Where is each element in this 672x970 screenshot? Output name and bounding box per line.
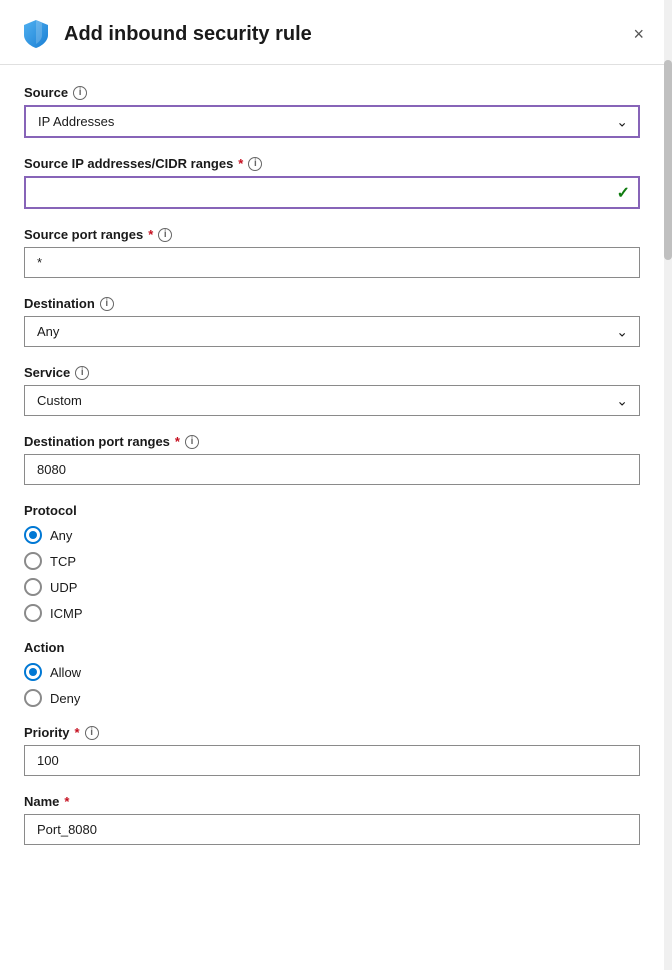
action-allow-option[interactable]: Allow (24, 663, 640, 681)
name-required: * (64, 794, 69, 809)
panel-header: Add inbound security rule × (0, 0, 672, 65)
source-ip-required: * (238, 156, 243, 171)
source-port-label-text: Source port ranges (24, 227, 143, 242)
destination-label-text: Destination (24, 296, 95, 311)
dest-port-group: Destination port ranges * i (24, 434, 640, 485)
protocol-tcp-label: TCP (50, 554, 76, 569)
source-info-icon[interactable]: i (73, 86, 87, 100)
protocol-udp-radio[interactable] (24, 578, 42, 596)
dest-port-label: Destination port ranges * i (24, 434, 640, 449)
source-ip-label-text: Source IP addresses/CIDR ranges (24, 156, 233, 171)
dest-port-required: * (175, 434, 180, 449)
dest-port-info-icon[interactable]: i (185, 435, 199, 449)
protocol-label: Protocol (24, 503, 640, 518)
priority-info-icon[interactable]: i (85, 726, 99, 740)
source-label: Source i (24, 85, 640, 100)
name-label-text: Name (24, 794, 59, 809)
service-label: Service i (24, 365, 640, 380)
service-info-icon[interactable]: i (75, 366, 89, 380)
protocol-radio-group: Any TCP UDP ICMP (24, 526, 640, 622)
source-group: Source i IP Addresses Any Service Tag Ap… (24, 85, 640, 138)
protocol-tcp-radio[interactable] (24, 552, 42, 570)
source-ip-check-icon: ✓ (617, 183, 630, 203)
priority-group: Priority * i (24, 725, 640, 776)
priority-required: * (75, 725, 80, 740)
source-port-label: Source port ranges * i (24, 227, 640, 242)
priority-input[interactable] (24, 745, 640, 776)
destination-select-wrapper: Any IP Addresses Service Tag Application… (24, 316, 640, 347)
add-inbound-rule-panel: Add inbound security rule × Source i IP … (0, 0, 672, 970)
source-select-wrapper: IP Addresses Any Service Tag Application… (24, 105, 640, 138)
source-port-input[interactable] (24, 247, 640, 278)
protocol-udp-option[interactable]: UDP (24, 578, 640, 596)
scrollbar-thumb[interactable] (664, 60, 672, 260)
protocol-any-option[interactable]: Any (24, 526, 640, 544)
destination-info-icon[interactable]: i (100, 297, 114, 311)
protocol-icmp-radio[interactable] (24, 604, 42, 622)
source-port-required: * (148, 227, 153, 242)
protocol-icmp-label: ICMP (50, 606, 83, 621)
protocol-udp-label: UDP (50, 580, 77, 595)
form-body: Source i IP Addresses Any Service Tag Ap… (0, 65, 672, 893)
protocol-tcp-option[interactable]: TCP (24, 552, 640, 570)
service-label-text: Service (24, 365, 70, 380)
source-ip-input-wrapper: ✓ (24, 176, 640, 209)
source-select[interactable]: IP Addresses Any Service Tag Application… (24, 105, 640, 138)
shield-icon (20, 18, 52, 50)
priority-label-text: Priority (24, 725, 70, 740)
action-allow-label: Allow (50, 665, 81, 680)
action-allow-radio-inner (29, 668, 37, 676)
protocol-group: Protocol Any TCP UDP I (24, 503, 640, 622)
service-group: Service i Custom HTTP HTTPS RDP SSH ⌄ (24, 365, 640, 416)
source-ip-input[interactable] (24, 176, 640, 209)
source-label-text: Source (24, 85, 68, 100)
action-label: Action (24, 640, 640, 655)
scrollbar-track[interactable] (664, 0, 672, 970)
source-ip-group: Source IP addresses/CIDR ranges * i ✓ (24, 156, 640, 209)
name-label: Name * (24, 794, 640, 809)
protocol-any-radio[interactable] (24, 526, 42, 544)
service-select[interactable]: Custom HTTP HTTPS RDP SSH (24, 385, 640, 416)
protocol-any-radio-inner (29, 531, 37, 539)
priority-label: Priority * i (24, 725, 640, 740)
dest-port-label-text: Destination port ranges (24, 434, 170, 449)
destination-label: Destination i (24, 296, 640, 311)
source-port-info-icon[interactable]: i (158, 228, 172, 242)
protocol-any-label: Any (50, 528, 72, 543)
destination-select[interactable]: Any IP Addresses Service Tag Application… (24, 316, 640, 347)
protocol-icmp-option[interactable]: ICMP (24, 604, 640, 622)
service-select-wrapper: Custom HTTP HTTPS RDP SSH ⌄ (24, 385, 640, 416)
name-input[interactable] (24, 814, 640, 845)
action-group: Action Allow Deny (24, 640, 640, 707)
panel-title: Add inbound security rule (64, 23, 625, 46)
name-group: Name * (24, 794, 640, 845)
destination-group: Destination i Any IP Addresses Service T… (24, 296, 640, 347)
dest-port-input[interactable] (24, 454, 640, 485)
close-button[interactable]: × (625, 21, 652, 47)
source-ip-label: Source IP addresses/CIDR ranges * i (24, 156, 640, 171)
action-allow-radio[interactable] (24, 663, 42, 681)
action-deny-radio[interactable] (24, 689, 42, 707)
source-port-group: Source port ranges * i (24, 227, 640, 278)
source-ip-info-icon[interactable]: i (248, 157, 262, 171)
action-deny-label: Deny (50, 691, 80, 706)
action-radio-group: Allow Deny (24, 663, 640, 707)
action-deny-option[interactable]: Deny (24, 689, 640, 707)
